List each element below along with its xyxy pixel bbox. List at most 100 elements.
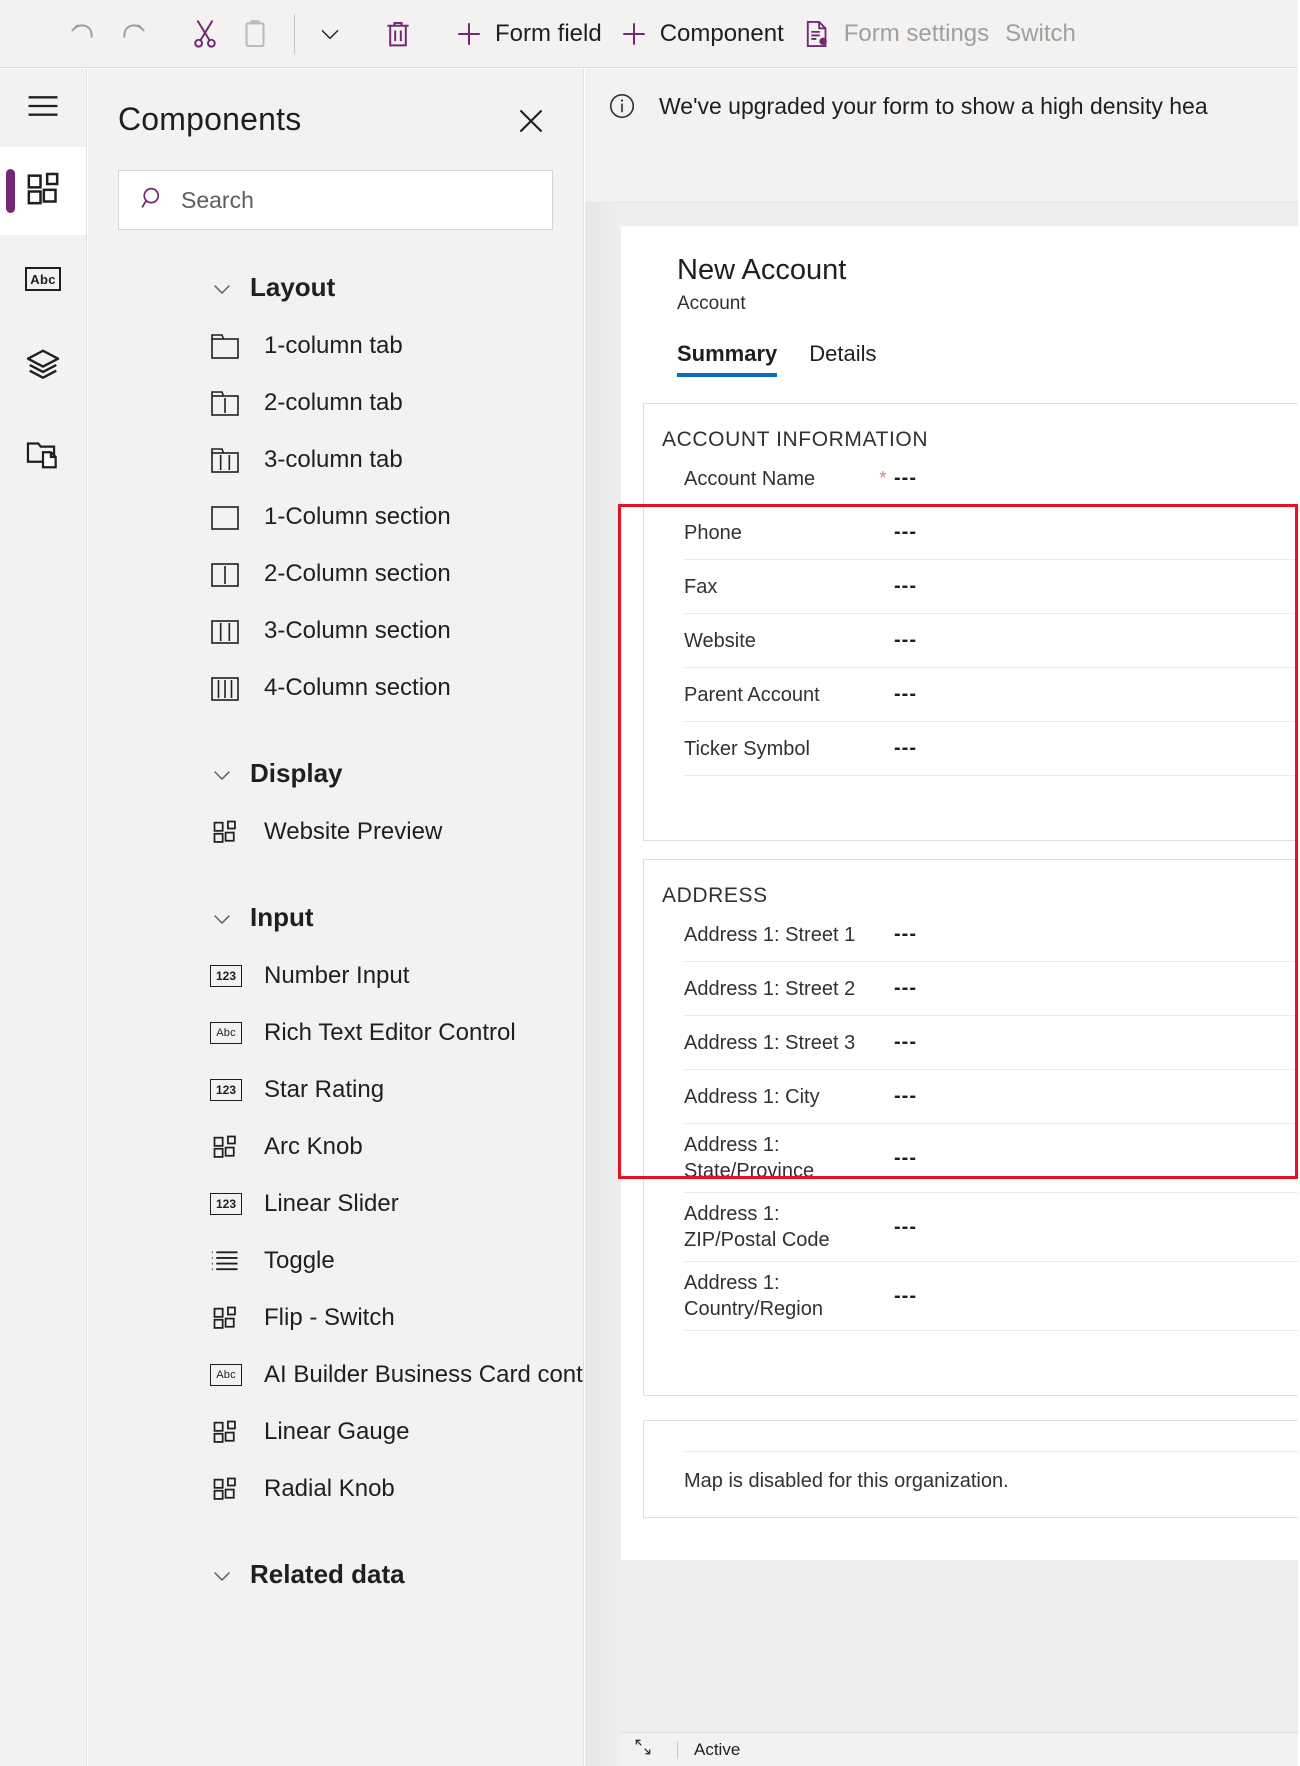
123-badge-icon: 123 [210,964,242,987]
undo-button[interactable] [58,10,108,58]
section-drop-area[interactable] [644,1331,1298,1369]
component-item-label: Toggle [264,1246,335,1274]
component-item-1-column-section[interactable]: 1-Column section [88,488,583,545]
component-item-label: 2-column tab [264,388,403,416]
delete-button[interactable] [373,10,423,58]
component-item-linear-slider[interactable]: 123 Linear Slider [88,1175,583,1232]
form-statusbar: Active [621,1732,1298,1766]
component-button[interactable]: Component [610,10,792,58]
more-commands-button[interactable] [309,10,351,58]
form-field-row[interactable]: Address 1: State/Province --- [684,1124,1298,1193]
redo-button[interactable] [108,10,158,58]
component-item-ai-builder-business-card-control[interactable]: Abc AI Builder Business Card control [88,1346,583,1403]
form-field-value: --- [894,521,917,543]
component-item-label: Flip - Switch [264,1303,395,1331]
form-section-title: ACCOUNT INFORMATION [662,428,929,451]
component-tile-icon [210,1133,242,1161]
component-item-star-rating[interactable]: 123 Star Rating [88,1061,583,1118]
form-field-row[interactable]: Address 1: City --- [684,1070,1298,1124]
component-item-website-preview[interactable]: Website Preview [88,803,583,860]
form-field-label: Address 1: City [684,1085,820,1108]
scissors-icon [188,17,222,51]
form-settings-button[interactable]: Form settings [792,10,997,58]
plus-icon [618,18,650,50]
component-item-3-column-section[interactable]: 3-Column section [88,602,583,659]
component-item-arc-knob[interactable]: Arc Knob [88,1118,583,1175]
component-item-rich-text-editor-control[interactable]: Abc Rich Text Editor Control [88,1004,583,1061]
form-field-label: Address 1: ZIP/Postal Code [684,1203,830,1251]
component-item-linear-gauge[interactable]: Linear Gauge [88,1403,583,1460]
form-field-row[interactable]: Address 1: Street 3 --- [684,1016,1298,1070]
layers-icon [24,346,62,389]
component-tile-icon [210,1304,242,1332]
form-field-value: --- [894,629,917,651]
component-item-1-column-tab[interactable]: 1-column tab [88,317,583,374]
form-field-value: --- [894,923,917,945]
component-group-layout[interactable]: Layout [210,272,583,303]
form-section-address[interactable]: ADDRESS Address 1: Street 1 --- Address 1: … [643,859,1298,1396]
component-group-related-data[interactable]: Related data [210,1559,583,1590]
expand-icon[interactable] [633,1737,653,1762]
form-field-value: --- [894,737,917,759]
map-row: Map is disabled for this organization. [684,1451,1298,1503]
hamburger-menu-button[interactable] [0,69,86,147]
form-field-row[interactable]: Parent Account --- [684,668,1298,722]
search-input[interactable]: Search [118,170,553,230]
form-field-row[interactable]: Address 1: Street 2 --- [684,962,1298,1016]
cut-button[interactable] [180,10,230,58]
component-item-3-column-tab[interactable]: 3-column tab [88,431,583,488]
component-item-label: 3-column tab [264,445,403,473]
component-item-label: Linear Slider [264,1189,399,1217]
form-field-value: --- [894,1085,917,1107]
close-panel-button[interactable] [509,101,553,145]
component-item-number-input[interactable]: 123 Number Input [88,947,583,1004]
sidebar-item-components[interactable] [0,147,86,235]
sidebar-item-text[interactable]: Abc [0,235,86,323]
form-field-label: Parent Account [684,683,820,706]
form-field-label: Address 1: Street 3 [684,1031,856,1054]
form-field-label: Address 1: State/Province [684,1134,815,1182]
form-field-value: --- [894,467,917,489]
form-field-row[interactable]: Fax --- [684,560,1298,614]
left-rail: Abc [0,69,87,1766]
section-drop-area[interactable] [644,776,1298,814]
component-item-radial-knob[interactable]: Radial Knob [88,1460,583,1517]
component-item-toggle[interactable]: Toggle [88,1232,583,1289]
component-list: 123 Number Input Abc Rich Text Editor Contr… [88,947,583,1517]
components-panel-header: Components [88,69,583,145]
component-tile-icon [210,818,242,846]
component-item-2-column-tab[interactable]: 2-column tab [88,374,583,431]
form-field-label: Form field [495,19,602,47]
record-title: New Account [677,254,847,286]
form-field-label: Phone [684,521,742,544]
form-field-row[interactable]: Website --- [684,614,1298,668]
form-field-row[interactable]: Account Name * --- [684,452,1298,506]
status-badge: Active [694,1739,741,1759]
sidebar-item-copy[interactable] [0,411,86,499]
chevron-down-icon [210,763,232,785]
component-item-label: 3-Column section [264,616,451,644]
map-disabled-message: Map is disabled for this organization. [684,1470,1009,1492]
component-group-input[interactable]: Input [210,902,583,933]
tab-details[interactable]: Details [809,341,876,377]
component-item-flip-switch[interactable]: Flip - Switch [88,1289,583,1346]
form-field-row[interactable]: Phone --- [684,506,1298,560]
component-group-display[interactable]: Display [210,758,583,789]
tab-summary[interactable]: Summary [677,341,778,377]
component-item-2-column-section[interactable]: 2-Column section [88,545,583,602]
form-field-label: Account Name [684,467,816,490]
form-field-button[interactable]: Form field [445,10,610,58]
component-item-4-column-section[interactable]: 4-Column section [88,659,583,716]
switch-button[interactable]: Switch [997,10,1084,58]
undo-icon [66,17,100,51]
paste-button[interactable] [230,10,280,58]
form-field-row[interactable]: Address 1: Street 1 --- [684,908,1298,962]
form-designer-app: Form field Component Form settings Switc… [0,0,1300,1766]
sidebar-item-layers[interactable] [0,323,86,411]
form-field-row[interactable]: Ticker Symbol --- [684,722,1298,776]
form-field-row[interactable]: Address 1: ZIP/Postal Code --- [684,1193,1298,1262]
form-field-row[interactable]: Address 1: Country/Region --- [684,1262,1298,1331]
form-section-account-information[interactable]: ACCOUNT INFORMATION Account Name * --- Phone… [643,403,1298,841]
toolbar-divider [294,13,295,54]
page-title: Components [118,101,302,137]
